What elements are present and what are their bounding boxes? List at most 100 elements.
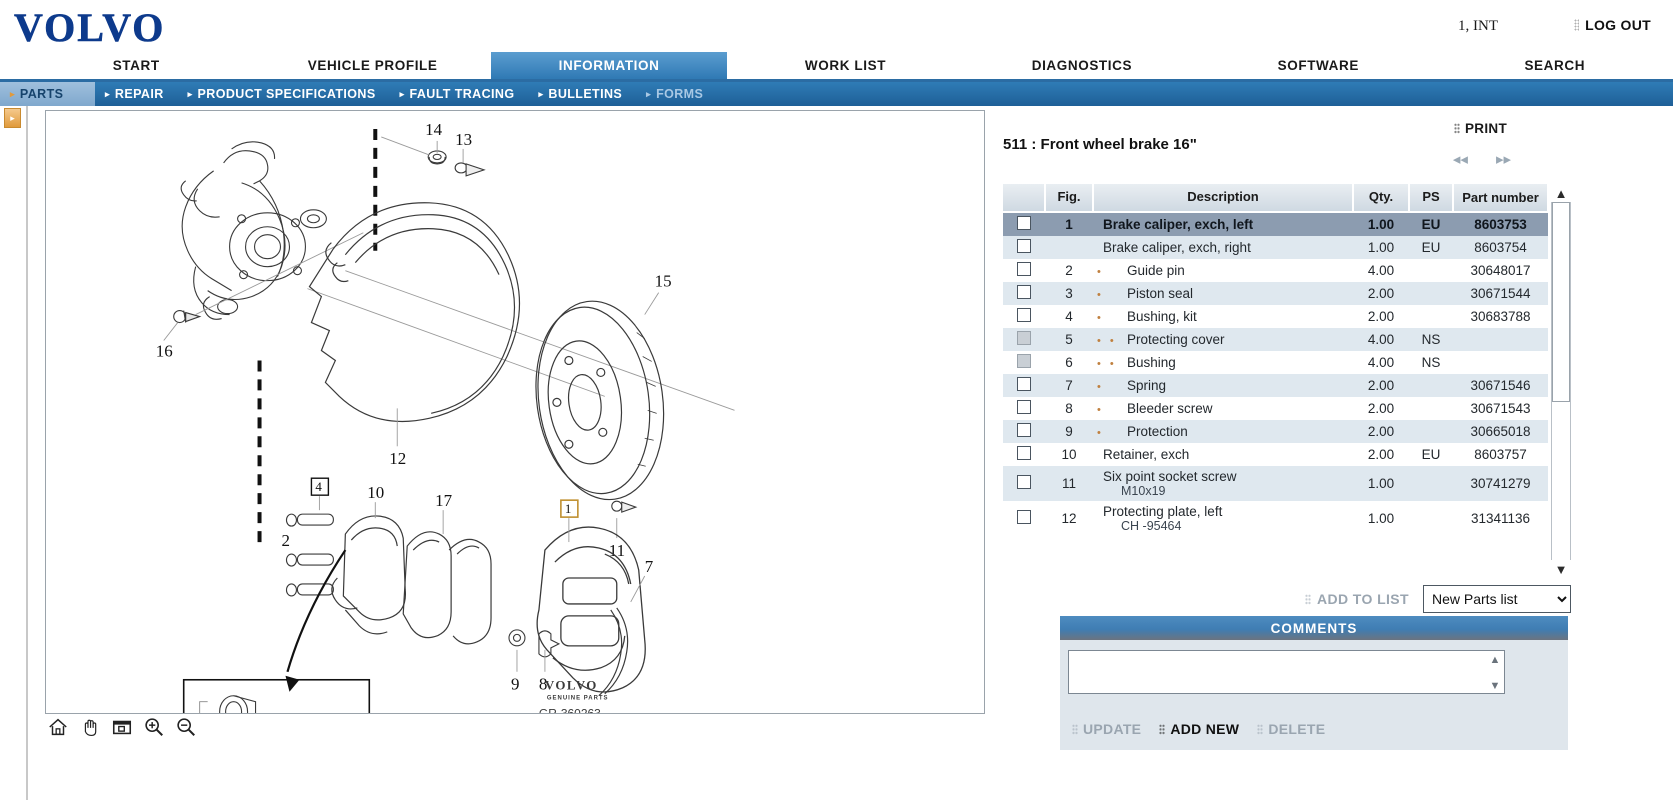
table-row[interactable]: 7 • Spring 2.00 30671546 (1003, 373, 1548, 397)
table-row[interactable]: 10 Retainer, exch 2.00 EU 8603757 (1003, 442, 1548, 466)
table-row[interactable]: 3 • Piston seal 2.00 30671544 (1003, 281, 1548, 305)
nav-start[interactable]: START (18, 52, 254, 79)
parts-table-scrollbar[interactable]: ▲ ▼ (1551, 184, 1571, 578)
scroll-up-icon[interactable]: ▲ (1551, 184, 1571, 202)
table-row[interactable]: 2 • Guide pin 4.00 30648017 (1003, 258, 1548, 282)
previous-button[interactable]: ◂◂ (1453, 150, 1468, 168)
sidebar-expand-button[interactable]: ▸ (4, 108, 21, 128)
row-description[interactable]: • Piston seal (1093, 281, 1353, 305)
table-row[interactable]: 8 • Bleeder screw 2.00 30671543 (1003, 396, 1548, 420)
nav-search[interactable]: SEARCH (1437, 52, 1673, 79)
row-fig: 3 (1045, 281, 1093, 305)
comment-input[interactable]: ▲ ▼ (1068, 650, 1505, 694)
scrollbar-track[interactable] (1551, 202, 1571, 560)
row-description[interactable]: • Bleeder screw (1093, 396, 1353, 420)
assembly-level-bullet-icon: • (1097, 288, 1104, 301)
row-select-cell[interactable] (1003, 304, 1045, 328)
row-checkbox[interactable] (1017, 261, 1031, 276)
nav-diagnostics[interactable]: DIAGNOSTICS (964, 52, 1200, 79)
parts-diagram-panel[interactable]: 16 14 13 12 15 11 4 2 10 17 9 8 1 7 VOLV… (45, 110, 985, 714)
table-row[interactable]: 9 • Protection 2.00 30665018 (1003, 419, 1548, 443)
col-ps: PS (1409, 184, 1454, 213)
row-select-cell[interactable] (1003, 211, 1045, 236)
row-checkbox[interactable] (1017, 445, 1031, 460)
table-row[interactable]: 5 • • Protecting cover 4.00 NS (1003, 327, 1548, 351)
add-to-list-button[interactable]: ADD TO LIST (1304, 591, 1409, 607)
nav-vehicle-profile-label: VEHICLE PROFILE (307, 58, 438, 73)
nav-vehicle-profile[interactable]: VEHICLE PROFILE (254, 52, 490, 79)
subnav-parts[interactable]: ▸ PARTS (0, 82, 95, 106)
row-checkbox (1017, 330, 1031, 345)
scroll-down-icon[interactable]: ▼ (1490, 680, 1501, 692)
row-checkbox[interactable] (1017, 422, 1031, 437)
row-checkbox[interactable] (1017, 376, 1031, 391)
subnav-forms[interactable]: ▸ FORMS (636, 82, 717, 106)
nav-work-list[interactable]: WORK LIST (727, 52, 963, 79)
nav-information[interactable]: INFORMATION (490, 52, 728, 79)
row-select-cell[interactable] (1003, 258, 1045, 282)
row-description[interactable]: • Bushing, kit (1093, 304, 1353, 328)
row-checkbox[interactable] (1017, 307, 1031, 322)
table-row[interactable]: 12 Protecting plate, left CH -95464 1.00 313… (1003, 500, 1548, 536)
subnav-fault-tracing[interactable]: ▸ FAULT TRACING (390, 82, 529, 106)
row-description[interactable]: • • Protecting cover (1093, 327, 1353, 351)
row-checkbox[interactable] (1017, 474, 1031, 489)
delete-comment-button[interactable]: DELETE (1257, 721, 1325, 737)
row-description[interactable]: Brake caliper, exch, right (1093, 235, 1353, 259)
scroll-down-icon[interactable]: ▼ (1551, 560, 1571, 578)
row-description[interactable]: • • Bushing (1093, 350, 1353, 374)
subnav-bulletins[interactable]: ▸ BULLETINS (528, 82, 636, 106)
subnav-bulletins-label: BULLETINS (548, 87, 623, 101)
row-select-cell[interactable] (1003, 350, 1045, 374)
scroll-up-icon[interactable]: ▲ (1490, 654, 1501, 666)
zoom-in-icon[interactable] (143, 716, 165, 738)
home-icon[interactable] (47, 716, 69, 738)
table-row[interactable]: Brake caliper, exch, right 1.00 EU 8603754 (1003, 235, 1548, 259)
subnav-repair[interactable]: ▸ REPAIR (95, 82, 178, 106)
row-checkbox[interactable] (1017, 509, 1031, 524)
table-row[interactable]: 6 • • Bushing 4.00 NS (1003, 350, 1548, 374)
row-description[interactable]: Retainer, exch (1093, 442, 1353, 466)
fit-window-icon[interactable] (111, 716, 133, 738)
nav-software[interactable]: SOFTWARE (1200, 52, 1436, 79)
pan-hand-icon[interactable] (79, 716, 101, 738)
print-button[interactable]: PRINT (1454, 121, 1507, 136)
row-checkbox[interactable] (1017, 399, 1031, 414)
row-select-cell[interactable] (1003, 373, 1045, 397)
svg-text:15: 15 (655, 272, 672, 291)
logout-button[interactable]: LOG OUT (1574, 17, 1651, 33)
row-description[interactable]: Brake caliper, exch, left (1093, 211, 1353, 236)
parts-list-select[interactable]: New Parts list (1423, 585, 1571, 613)
comment-scrollbar[interactable]: ▲ ▼ (1487, 652, 1503, 694)
next-button[interactable]: ▸▸ (1496, 150, 1511, 168)
row-select-cell[interactable] (1003, 419, 1045, 443)
row-select-cell[interactable] (1003, 396, 1045, 420)
row-checkbox[interactable] (1017, 215, 1031, 230)
row-description[interactable]: • Spring (1093, 373, 1353, 397)
row-select-cell[interactable] (1003, 500, 1045, 536)
table-row[interactable]: 4 • Bushing, kit 2.00 30683788 (1003, 304, 1548, 328)
row-description[interactable]: • Protection (1093, 419, 1353, 443)
row-fig (1045, 235, 1093, 259)
row-ps: EU (1409, 235, 1453, 259)
assembly-level-bullet-icon: • (1097, 426, 1104, 439)
row-select-cell[interactable] (1003, 281, 1045, 305)
zoom-out-icon[interactable] (175, 716, 197, 738)
row-select-cell[interactable] (1003, 442, 1045, 466)
add-new-comment-button[interactable]: ADD NEW (1159, 721, 1239, 737)
row-select-cell[interactable] (1003, 235, 1045, 259)
row-description[interactable]: Protecting plate, left CH -95464 (1093, 500, 1353, 536)
row-select-cell[interactable] (1003, 465, 1045, 501)
subnav-product-specifications[interactable]: ▸ PRODUCT SPECIFICATIONS (178, 82, 390, 106)
scrollbar-thumb[interactable] (1552, 202, 1570, 402)
row-description[interactable]: • Guide pin (1093, 258, 1353, 282)
row-fig: 9 (1045, 419, 1093, 443)
row-checkbox[interactable] (1017, 238, 1031, 253)
table-row[interactable]: 1 Brake caliper, exch, left 1.00 EU 8603753 (1003, 211, 1548, 236)
table-row[interactable]: 11 Six point socket screw M10x19 1.00 307412… (1003, 465, 1548, 501)
row-checkbox[interactable] (1017, 284, 1031, 299)
row-ps (1409, 396, 1453, 420)
update-comment-button[interactable]: UPDATE (1072, 721, 1141, 737)
row-description[interactable]: Six point socket screw M10x19 (1093, 465, 1353, 501)
row-select-cell[interactable] (1003, 327, 1045, 351)
